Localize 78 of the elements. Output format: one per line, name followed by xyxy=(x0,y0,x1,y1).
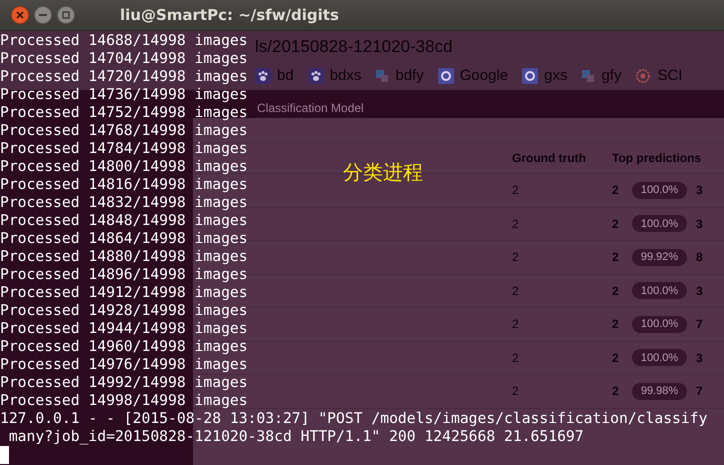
terminal-cursor xyxy=(0,446,9,464)
bookmark-link[interactable]: bdfy xyxy=(375,64,424,88)
table-cell-text: 2 xyxy=(512,282,520,300)
terminal-line: Processed 14944/14998 images xyxy=(0,320,248,338)
terminal-line: Processed 14832/14998 images xyxy=(0,194,248,212)
confidence-badge: 100.0% xyxy=(632,182,687,199)
table-cell-text: 2 xyxy=(512,350,520,367)
table-cell-text: 2 xyxy=(612,216,620,233)
bookmark-link[interactable]: bdxs xyxy=(308,64,362,88)
terminal-line: Processed 14784/14998 images xyxy=(0,140,248,158)
table-cell-text: 2 xyxy=(612,350,620,367)
table-cell-text: 8 xyxy=(696,249,704,266)
terminal-line: Processed 14816/14998 images xyxy=(0,176,248,194)
column-header: Ground truth xyxy=(512,150,587,167)
table-cell-text: 3 xyxy=(696,350,704,367)
table-cell-text: 7 xyxy=(696,383,704,400)
table-cell-text: 3 xyxy=(696,182,704,200)
confidence-badge: 100.0% xyxy=(632,316,687,333)
close-icon xyxy=(16,11,24,19)
paw-icon xyxy=(255,68,271,84)
window-title: liu@SmartPc: ~/sfw/digits xyxy=(120,4,339,26)
maximize-button[interactable] xyxy=(57,6,75,24)
table-cell-text: 2 xyxy=(612,182,620,200)
terminal-line: Processed 14752/14998 images xyxy=(0,104,248,122)
translate-icon xyxy=(581,69,596,83)
terminal-line: Processed 14768/14998 images xyxy=(0,122,248,140)
terminal-line: Processed 14896/14998 images xyxy=(0,266,248,284)
terminal-line: Processed 14800/14998 images xyxy=(0,158,248,176)
terminal-line: Processed 14720/14998 images xyxy=(0,68,248,86)
terminal-line: Processed 14704/14998 images xyxy=(0,50,248,68)
bookmark-link[interactable]: SCI xyxy=(635,64,682,88)
table-cell-text: 2 xyxy=(612,316,620,334)
terminal-line: Processed 14960/14998 images xyxy=(0,338,248,356)
table-cell-text: 2 xyxy=(612,249,620,266)
table-cell-text: 2 xyxy=(512,216,520,233)
confidence-badge: 100.0% xyxy=(632,349,687,366)
terminal-line: Processed 14912/14998 images xyxy=(0,284,248,302)
bookmark-link[interactable]: gfy xyxy=(581,64,622,88)
table-cell-text: 3 xyxy=(696,282,704,300)
table-cell-text: 2 xyxy=(612,282,620,300)
translate-icon xyxy=(375,69,390,83)
close-button[interactable] xyxy=(11,6,29,24)
url-text: ls/20150828-121020-38cd xyxy=(255,36,453,58)
g-logo-icon xyxy=(438,68,454,84)
bookmark-link[interactable]: Google xyxy=(438,64,508,88)
terminal-line: many?job_id=20150828-121020-38cd HTTP/1.1" 200 12425668 21.651697 xyxy=(8,428,584,446)
terminal-line: Processed 14736/14998 images xyxy=(0,86,248,104)
table-cell-text: 7 xyxy=(696,316,704,334)
bookmark-link[interactable]: bd xyxy=(255,64,294,88)
bookmark-link[interactable]: gxs xyxy=(522,64,568,88)
confidence-badge: 100.0% xyxy=(632,282,687,300)
confidence-badge: 99.92% xyxy=(632,248,687,266)
paw-icon xyxy=(308,68,324,84)
terminal-line: Processed 14998/14998 images xyxy=(0,392,248,410)
table-cell-text: 3 xyxy=(696,216,704,233)
g-logo-icon xyxy=(522,68,538,84)
column-header: Top predictions xyxy=(612,150,702,167)
terminal-line: Processed 14976/14998 images xyxy=(0,356,248,374)
table-cell-text: 2 xyxy=(612,383,620,400)
minimize-button[interactable] xyxy=(34,6,52,24)
ring-icon xyxy=(635,68,652,84)
terminal-line: Processed 14848/14998 images xyxy=(0,212,248,230)
maximize-icon xyxy=(62,11,70,19)
table-cell-text: 2 xyxy=(512,316,520,334)
table-cell-text: 2 xyxy=(512,249,520,266)
terminal-line: Processed 14864/14998 images xyxy=(0,230,248,248)
confidence-badge: 99.98% xyxy=(632,382,687,400)
terminal-line: Processed 14880/14998 images xyxy=(0,248,248,266)
terminal-line: Processed 14928/14998 images xyxy=(0,302,248,320)
minimize-icon xyxy=(39,14,47,16)
confidence-badge: 100.0% xyxy=(632,215,687,232)
terminal-line: 127.0.0.1 - - [2015-08-28 13:03:27] "POST /models/images/classification/classify xyxy=(0,410,708,428)
terminal-line: Processed 14688/14998 images xyxy=(0,32,248,50)
table-cell-text: 2 xyxy=(512,383,520,400)
table-cell-text: 2 xyxy=(512,182,520,200)
terminal-line: Processed 14992/14998 images xyxy=(0,374,248,392)
annotation-text: 分类进程 xyxy=(343,161,423,186)
page-heading: Classification Model xyxy=(257,100,364,117)
